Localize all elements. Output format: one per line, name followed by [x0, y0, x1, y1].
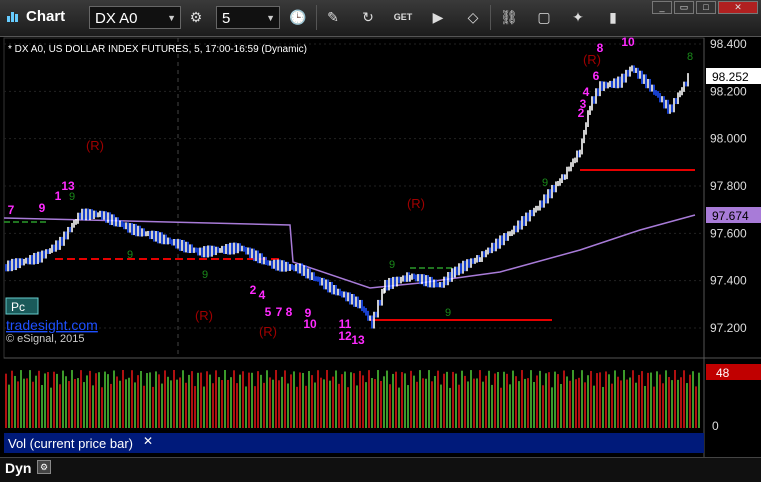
get-icon[interactable]: GET	[390, 6, 416, 29]
ma-price-label: 97.674	[712, 209, 749, 223]
r-annotation: (R)	[259, 324, 277, 339]
setup-count: 2	[250, 283, 257, 297]
setup-count: 10	[621, 36, 635, 49]
twitter-icon[interactable]: ✦	[565, 6, 591, 29]
price-tick-label: 97.600	[710, 226, 747, 240]
gear-icon[interactable]: ⚙	[183, 6, 209, 29]
setup-count: 6	[593, 69, 600, 83]
interval-value: 5	[222, 10, 231, 27]
play-icon[interactable]: ▶	[425, 6, 451, 29]
volume-study-label: Vol (current price bar)	[8, 436, 133, 451]
restore-button[interactable]: ▭	[674, 1, 694, 14]
pencil-icon[interactable]: ✎	[320, 6, 346, 29]
price-tick-label: 98.400	[710, 37, 747, 51]
current-price-label: 98.252	[712, 70, 749, 84]
chart-logo-icon	[7, 12, 18, 22]
setup-count: 12	[338, 329, 352, 343]
setup-count: 9	[39, 201, 46, 215]
sequential-count: 9	[445, 307, 451, 319]
r-annotation: (R)	[195, 308, 213, 323]
minimize-button[interactable]: _	[652, 1, 672, 14]
price-tick-label: 97.800	[710, 179, 747, 193]
setup-count: 7	[276, 305, 283, 319]
chat-icon[interactable]: ▢	[531, 6, 557, 29]
setup-count: 10	[303, 317, 317, 331]
price-tick-label: 97.400	[710, 274, 747, 288]
interval-input[interactable]: 5 ▼	[216, 6, 280, 29]
volume-value-flag	[706, 364, 761, 380]
plot-area	[3, 37, 705, 359]
price-tick-label: 98.000	[710, 132, 747, 146]
copyright: © eSignal, 2015	[6, 333, 84, 345]
eraser-icon[interactable]: ◇	[460, 6, 486, 29]
setup-count: 8	[597, 41, 604, 55]
close-icon[interactable]: ✕	[143, 434, 153, 448]
chevron-down-icon[interactable]: ▼	[266, 7, 275, 30]
refresh-icon[interactable]: ↻	[355, 6, 381, 29]
maximize-button[interactable]: □	[696, 1, 716, 14]
sequential-count: 9	[542, 177, 548, 189]
sequential-count: 9	[202, 269, 208, 281]
symbol-input[interactable]: DX A0 ▼	[89, 6, 181, 29]
setup-count: 4	[259, 288, 266, 302]
close-button[interactable]: ✕	[718, 1, 758, 14]
link-icon[interactable]: ⛓	[496, 6, 522, 29]
r-annotation: (R)	[407, 196, 425, 211]
setup-count: 5	[265, 305, 272, 319]
pc-label: Pc	[11, 300, 25, 314]
toolbar: Chart DX A0 ▼ ⚙ 5 ▼ 🕒 ✎ ↻ GET ▶ ◇ ⛓ ▢ ✦ …	[0, 0, 761, 37]
setup-count: 8	[286, 305, 293, 319]
bookmark-icon[interactable]: ▮	[600, 6, 626, 29]
bottom-bar	[0, 457, 761, 482]
chevron-down-icon[interactable]: ▼	[167, 7, 176, 30]
symbol-value: DX A0	[95, 10, 138, 27]
window-title: Chart	[26, 8, 66, 25]
price-axis-area	[704, 38, 761, 456]
r-annotation: (R)	[86, 138, 104, 153]
watermark: tradesight.com	[6, 317, 98, 333]
sequential-count: 9	[389, 259, 395, 271]
volume-value: 48	[716, 366, 730, 380]
settings-icon[interactable]: ⚙	[37, 460, 51, 474]
chart-header: * DX A0, US DOLLAR INDEX FUTURES, 5, 17:…	[8, 44, 307, 55]
volume-zero-label: 0	[712, 419, 719, 433]
price-chart[interactable]: 98.400 98.200 98.000 97.800 97.600 97.400 97.2…	[0, 36, 761, 481]
sequential-count: 9	[69, 191, 75, 203]
price-tick-label: 98.200	[710, 84, 747, 98]
clock-icon[interactable]: 🕒	[285, 6, 311, 29]
sequential-count: 8	[687, 51, 693, 63]
price-tick-label: 97.200	[710, 321, 747, 335]
get-label: GET	[393, 12, 413, 22]
setup-count: 7	[8, 203, 15, 217]
sequential-count: 9	[127, 249, 133, 261]
dynamic-mode-label[interactable]: Dyn	[5, 460, 31, 476]
setup-count: 13	[351, 333, 365, 347]
setup-count: 2	[578, 106, 585, 120]
